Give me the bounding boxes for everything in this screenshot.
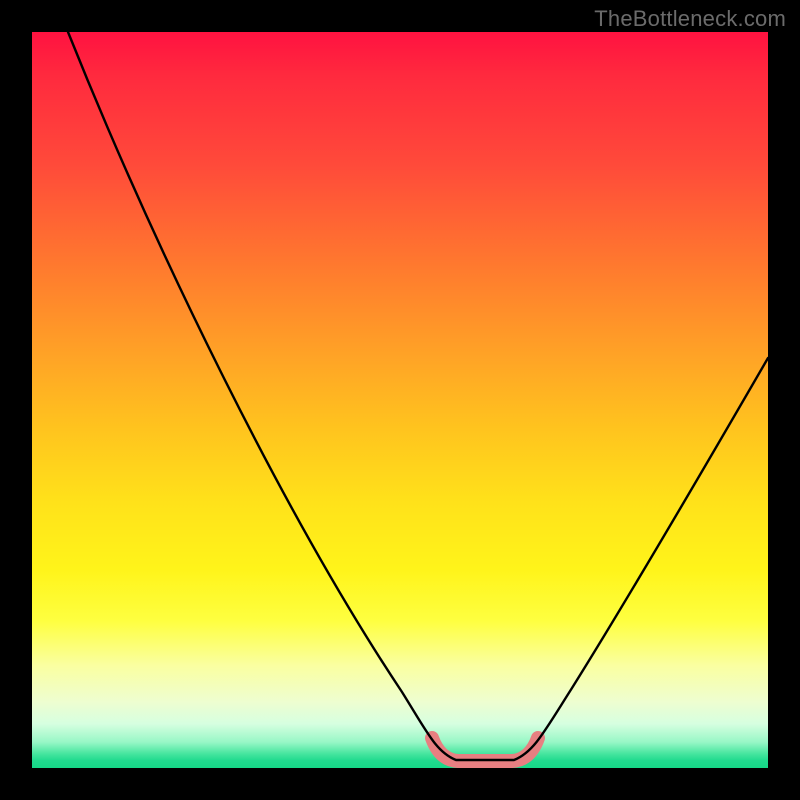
watermark-text: TheBottleneck.com — [594, 6, 786, 32]
chart-frame: TheBottleneck.com — [0, 0, 800, 800]
valley-highlight — [432, 738, 538, 761]
plot-area — [32, 32, 768, 768]
bottleneck-curve — [68, 32, 768, 760]
curve-layer — [32, 32, 768, 768]
